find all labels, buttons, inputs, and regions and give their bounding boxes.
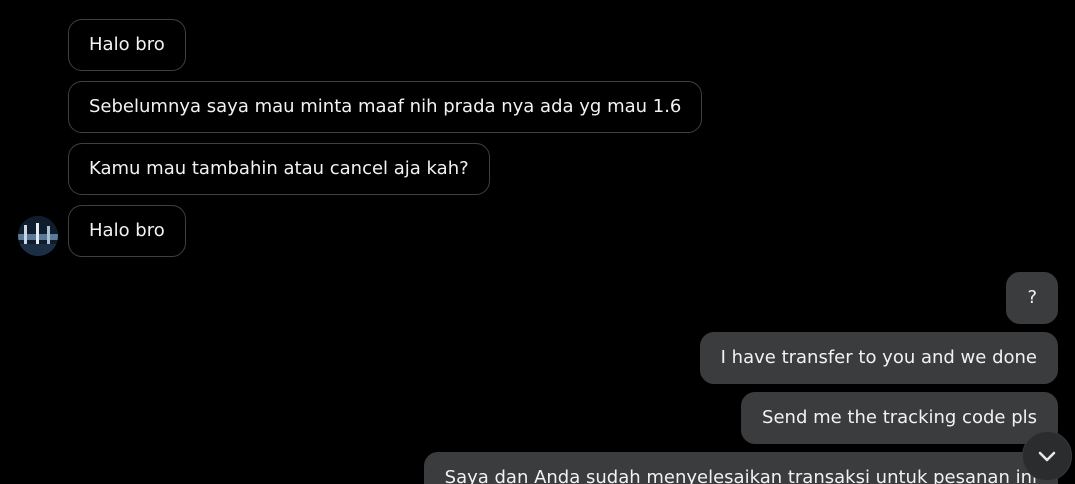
contact-avatar[interactable]	[18, 216, 58, 256]
chevron-down-icon	[1038, 451, 1056, 462]
outgoing-message[interactable]: ?	[1006, 272, 1058, 324]
incoming-message[interactable]: Kamu mau tambahin atau cancel aja kah?	[68, 143, 490, 195]
avatar-image	[18, 216, 58, 256]
outgoing-message[interactable]: Send me the tracking code pls	[741, 392, 1058, 444]
incoming-message[interactable]: Halo bro	[68, 205, 186, 257]
outgoing-message[interactable]: I have transfer to you and we done	[699, 332, 1058, 384]
incoming-message[interactable]: Sebelumnya saya mau minta maaf nih prada…	[68, 81, 703, 133]
outgoing-message[interactable]: Saya dan Anda sudah menyelesaikan transa…	[423, 452, 1058, 484]
incoming-message[interactable]: Halo bro	[68, 19, 186, 71]
scroll-to-bottom-button[interactable]	[1022, 431, 1072, 481]
chat-thread: Halo bro Sebelumnya saya mau minta maaf …	[0, 0, 1075, 484]
